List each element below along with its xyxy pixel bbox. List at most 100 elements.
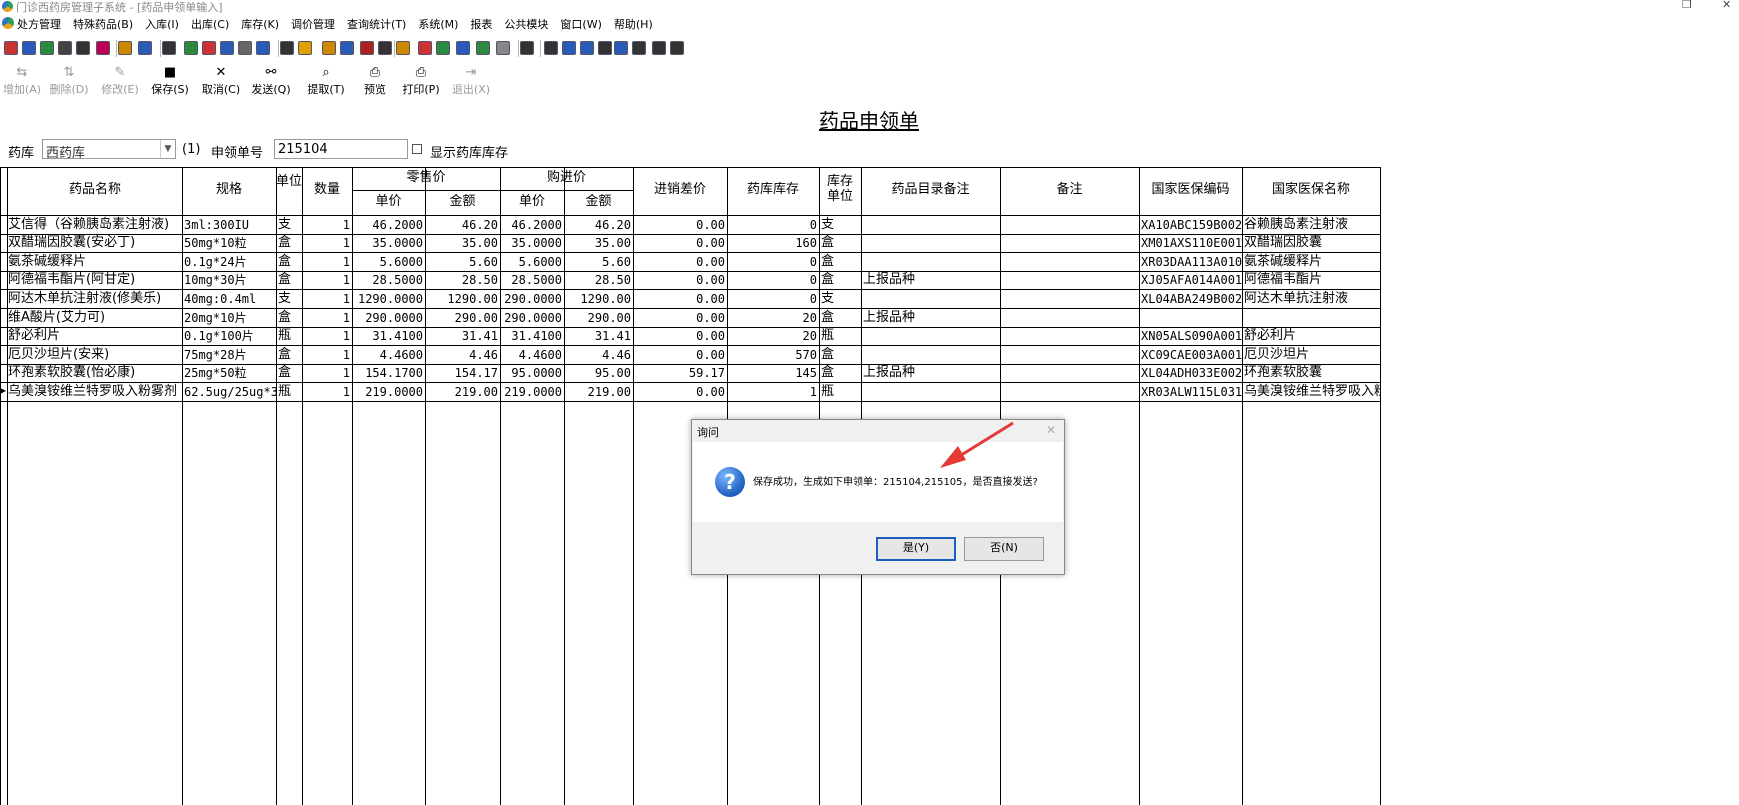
cell-cat[interactable]	[863, 327, 1000, 345]
cell-note[interactable]	[1002, 271, 1139, 289]
save-button[interactable]: ■ 保存(S)	[146, 65, 194, 99]
menu-item[interactable]: 窗口(W)	[560, 16, 601, 32]
exit-button[interactable]: ⇥ 退出(X)	[448, 65, 494, 99]
restore-icon[interactable]: ❐	[1682, 0, 1692, 11]
extract-button[interactable]: ⌕ 提取(T)	[300, 65, 352, 99]
cell-ra[interactable]: 35.00	[425, 234, 498, 252]
cell-rp[interactable]: 4.4600	[352, 346, 423, 364]
cell-stock[interactable]: 145	[727, 364, 817, 382]
cell-iname[interactable]: 厄贝沙坦片	[1244, 346, 1380, 364]
cell-rp[interactable]: 154.1700	[352, 364, 423, 382]
cell-diff[interactable]: 0.00	[633, 346, 725, 364]
cell-diff[interactable]: 0.00	[633, 383, 725, 401]
stack-icon[interactable]	[496, 41, 510, 55]
cell-ra[interactable]: 1290.00	[425, 290, 498, 308]
cell-ra[interactable]: 5.60	[425, 253, 498, 271]
dialog-close-icon[interactable]: ✕	[1046, 423, 1056, 437]
cup-icon[interactable]	[340, 41, 354, 55]
cell-unit[interactable]: 瓶	[278, 327, 302, 345]
tile-icon[interactable]	[580, 41, 594, 55]
cell-ra[interactable]: 219.00	[425, 383, 498, 401]
modify-button[interactable]: ✎ 修改(E)	[96, 65, 144, 99]
tray-icon[interactable]	[632, 41, 646, 55]
close-box-icon[interactable]	[456, 41, 470, 55]
cell-stock[interactable]: 0	[727, 290, 817, 308]
cell-name[interactable]: 维A酸片(艾力可)	[8, 309, 182, 327]
order-no-input[interactable]: 215104	[274, 139, 408, 159]
cell-cat[interactable]: 上报品种	[863, 309, 1000, 327]
cell-stock[interactable]: 0	[727, 216, 817, 234]
cell-pp[interactable]: 5.6000	[500, 253, 562, 271]
tools-icon[interactable]	[378, 41, 392, 55]
cell-iname[interactable]: 氨茶碱缓释片	[1244, 253, 1380, 271]
cell-diff[interactable]: 0.00	[633, 271, 725, 289]
cell-qty[interactable]: 1	[302, 309, 350, 327]
cell-note[interactable]	[1002, 216, 1139, 234]
cell-unit[interactable]: 盒	[278, 309, 302, 327]
check-icon[interactable]	[40, 41, 54, 55]
cell-note[interactable]	[1002, 383, 1139, 401]
calc-icon[interactable]	[436, 41, 450, 55]
cell-spec[interactable]: 3ml:300IU	[184, 216, 276, 234]
cell-diff[interactable]: 59.17	[633, 364, 725, 382]
cell-su[interactable]: 盒	[821, 364, 861, 382]
window-icon[interactable]	[238, 41, 252, 55]
cell-ra[interactable]: 154.17	[425, 364, 498, 382]
col-header-qty[interactable]: 数量	[302, 182, 352, 197]
print-button[interactable]: ⎙ 打印(P)	[398, 65, 444, 99]
col-header-diff[interactable]: 进销差价	[633, 182, 727, 197]
cell-su[interactable]: 支	[821, 290, 861, 308]
cell-qty[interactable]: 1	[302, 383, 350, 401]
cell-unit[interactable]: 瓶	[278, 383, 302, 401]
help-icon[interactable]	[614, 41, 628, 55]
cell-code[interactable]: XJ05AFA014A001	[1141, 271, 1242, 289]
cell-stock[interactable]: 0	[727, 253, 817, 271]
add-button[interactable]: ⇆ 增加(A)	[0, 65, 44, 99]
menu-item[interactable]: 帮助(H)	[614, 16, 653, 32]
cell-stock[interactable]: 20	[727, 309, 817, 327]
cell-pp[interactable]: 31.4100	[500, 327, 562, 345]
link-icon[interactable]	[652, 41, 666, 55]
menu-item[interactable]: 特殊药品(B)	[73, 16, 133, 32]
cell-su[interactable]: 盒	[821, 271, 861, 289]
cell-note[interactable]	[1002, 253, 1139, 271]
cell-rp[interactable]: 35.0000	[352, 234, 423, 252]
cell-rp[interactable]: 31.4100	[352, 327, 423, 345]
cell-code[interactable]: XL04ADH033E002	[1141, 364, 1242, 382]
show-stock-checkbox[interactable]	[412, 144, 422, 154]
cell-unit[interactable]: 盒	[278, 253, 302, 271]
cell-note[interactable]	[1002, 327, 1139, 345]
cell-code[interactable]: XR03DAA113A010	[1141, 253, 1242, 271]
menu-item[interactable]: 系统(M)	[418, 16, 458, 32]
cell-diff[interactable]: 0.00	[633, 253, 725, 271]
send-button[interactable]: ⚯ 发送(Q)	[248, 65, 294, 99]
cell-unit[interactable]: 盒	[278, 271, 302, 289]
cell-pa[interactable]: 219.00	[564, 383, 631, 401]
yes-button[interactable]: 是(Y)	[876, 537, 956, 561]
cell-spec[interactable]: 0.1g*24片	[184, 253, 276, 271]
menu-item[interactable]: 库存(K)	[241, 16, 279, 32]
cell-su[interactable]: 盒	[821, 234, 861, 252]
thermometer-icon[interactable]	[418, 41, 432, 55]
cell-unit[interactable]: 盒	[278, 364, 302, 382]
cell-stock[interactable]: 0	[727, 271, 817, 289]
cell-pa[interactable]: 35.00	[564, 234, 631, 252]
cascade-icon[interactable]	[562, 41, 576, 55]
cell-iname[interactable]: 阿达木单抗注射液	[1244, 290, 1380, 308]
screen-icon[interactable]	[256, 41, 270, 55]
cell-su[interactable]: 盒	[821, 346, 861, 364]
cell-cat[interactable]	[863, 383, 1000, 401]
cell-stock[interactable]: 20	[727, 327, 817, 345]
cell-spec[interactable]: 0.1g*100片	[184, 327, 276, 345]
cell-pp[interactable]: 219.0000	[500, 383, 562, 401]
cell-iname[interactable]: 谷赖胰岛素注射液	[1244, 216, 1380, 234]
rows-icon[interactable]	[544, 41, 558, 55]
cell-diff[interactable]: 0.00	[633, 327, 725, 345]
grid-icon[interactable]	[96, 41, 110, 55]
no-button[interactable]: 否(N)	[964, 537, 1044, 561]
menu-item[interactable]: 查询统计(T)	[347, 16, 406, 32]
zoom-icon[interactable]	[520, 41, 534, 55]
cell-cat[interactable]	[863, 216, 1000, 234]
upload-icon[interactable]	[476, 41, 490, 55]
menu-item[interactable]: 出库(C)	[191, 16, 229, 32]
